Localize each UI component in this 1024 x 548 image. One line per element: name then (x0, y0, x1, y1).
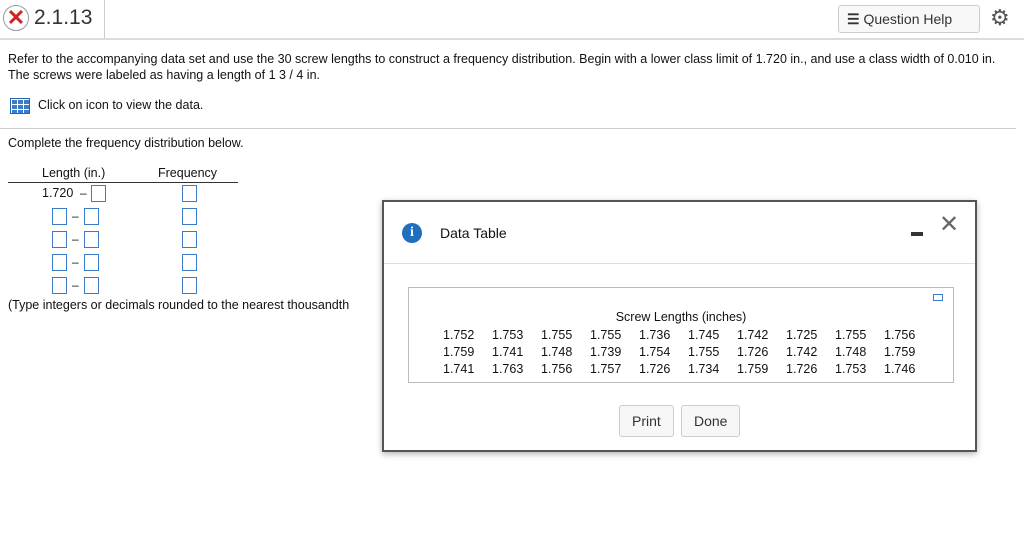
frequency-input[interactable] (182, 277, 197, 294)
cell: 1.741 (443, 362, 475, 376)
print-button[interactable]: Print (619, 405, 674, 437)
cell: 1.752 (443, 328, 475, 342)
cell: 1.756 (541, 362, 573, 376)
cell: 1.753 (835, 362, 867, 376)
question-help-button[interactable]: ☰ Question Help (838, 5, 980, 33)
table-row: 1.752 1.753 1.755 1.755 1.736 1.745 1.742 1.725… (443, 327, 933, 344)
upper-limit-input[interactable] (91, 185, 106, 202)
cell: 1.755 (541, 328, 573, 342)
gear-icon[interactable]: ⚙ (990, 5, 1010, 31)
col-frequency-header: Frequency (158, 166, 218, 180)
cell: 1.755 (590, 328, 622, 342)
dash: – (72, 278, 79, 292)
upper-limit-input[interactable] (84, 277, 99, 294)
col-length-header: Length (in.) (42, 166, 106, 180)
cell: 1.746 (884, 362, 916, 376)
table-title: Screw Lengths (inches) (615, 310, 747, 324)
cell: 1.745 (688, 328, 720, 342)
frequency-input[interactable] (182, 254, 197, 271)
dash: – (72, 255, 79, 269)
question-help-label: Question Help (863, 11, 953, 27)
answer-note: (Type integers or decimals rounded to th… (8, 298, 350, 312)
done-button[interactable]: Done (681, 405, 741, 437)
frequency-input[interactable] (182, 231, 197, 248)
cell: 1.757 (590, 362, 622, 376)
minimize-icon[interactable] (911, 232, 923, 236)
data-table-dialog: i Data Table ✕ Screw Lengths (inches) 1.… (382, 200, 977, 452)
data-link-text: Click on icon to view the data. (38, 98, 204, 112)
frequency-input[interactable] (182, 208, 197, 225)
cell: 1.742 (786, 345, 818, 359)
cell: 1.726 (639, 362, 671, 376)
lower-limit-input[interactable] (52, 277, 67, 294)
dash: – (72, 232, 79, 246)
cell: 1.726 (786, 362, 818, 376)
table-row: 1.741 1.763 1.756 1.757 1.726 1.734 1.759 1.726… (443, 361, 933, 378)
lower-limit-input[interactable] (52, 208, 67, 225)
cell: 1.759 (737, 362, 769, 376)
upper-limit-input[interactable] (84, 231, 99, 248)
dash: – (80, 186, 87, 200)
incorrect-icon: ✕ (3, 5, 29, 31)
table-body: 1.752 1.753 1.755 1.755 1.736 1.745 1.742 1.725… (443, 327, 933, 378)
instruction: Complete the frequency distribution belo… (8, 136, 244, 150)
cell: 1.748 (541, 345, 573, 359)
question-text: Refer to the accompanying data set and u… (8, 52, 996, 82)
lower-limit-input[interactable] (52, 254, 67, 271)
cell: 1.725 (786, 328, 818, 342)
frequency-input[interactable] (182, 185, 197, 202)
question-number: 2.1.13 (34, 6, 93, 29)
cell: 1.759 (884, 345, 916, 359)
divider (0, 128, 1016, 129)
cell: 1.759 (443, 345, 475, 359)
cell: 1.754 (639, 345, 671, 359)
cell: 1.739 (590, 345, 622, 359)
cell: 1.755 (688, 345, 720, 359)
data-table-icon[interactable] (10, 98, 30, 114)
cell: 1.726 (737, 345, 769, 359)
cell: 1.763 (492, 362, 524, 376)
lower-limit-input[interactable] (52, 231, 67, 248)
table-row: 1.759 1.741 1.748 1.739 1.754 1.755 1.726 1.742… (443, 344, 933, 361)
cell: 1.742 (737, 328, 769, 342)
dash: – (72, 209, 79, 223)
data-table: Screw Lengths (inches) 1.752 1.753 1.755 1.… (408, 287, 954, 383)
lower-limit-1: 1.720 (42, 186, 74, 200)
cell: 1.741 (492, 345, 524, 359)
upper-limit-input[interactable] (84, 208, 99, 225)
dialog-title: Data Table (440, 225, 507, 241)
cell: 1.753 (492, 328, 524, 342)
cell: 1.748 (835, 345, 867, 359)
info-icon: i (402, 223, 422, 243)
cell: 1.734 (688, 362, 720, 376)
list-icon: ☰ (847, 11, 860, 27)
divider (104, 0, 105, 38)
close-icon[interactable]: ✕ (939, 210, 959, 239)
table-rule (8, 182, 238, 183)
copy-icon[interactable] (933, 294, 943, 301)
cell: 1.736 (639, 328, 671, 342)
cell: 1.756 (884, 328, 916, 342)
cell: 1.755 (835, 328, 867, 342)
upper-limit-input[interactable] (84, 254, 99, 271)
